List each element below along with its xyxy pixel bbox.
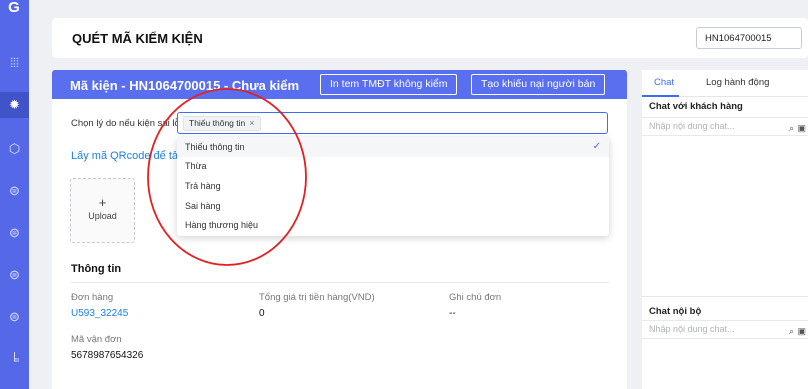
- app-logo[interactable]: G: [2, 0, 26, 18]
- chat-customer-placeholder: Nhập nội dung chat...: [649, 121, 735, 131]
- box-icon[interactable]: ⬡: [0, 136, 29, 162]
- option-label: Thiếu thông tin: [185, 142, 245, 152]
- package-archive-icon[interactable]: ⊜: [0, 304, 29, 330]
- image-icon[interactable]: ▣: [797, 323, 806, 340]
- total-value-label: Tổng giá trị tiền hàng(VND): [259, 292, 375, 303]
- waybill-label: Mã vận đơn: [71, 334, 122, 345]
- chat-customer-input[interactable]: Nhập nội dung chat... ⌕ ▣: [642, 117, 808, 136]
- dropdown-option[interactable]: Hàng thương hiệu: [177, 215, 609, 235]
- reason-tag: Thiếu thông tin ×: [183, 116, 261, 131]
- package-icon[interactable]: ⊜: [0, 178, 29, 204]
- info-section-title: Thông tin: [71, 263, 122, 275]
- plus-icon: +: [98, 195, 107, 210]
- chat-internal-input[interactable]: Nhập nội dung chat... ⌕ ▣: [642, 320, 808, 339]
- reason-select[interactable]: Thiếu thông tin ×: [177, 112, 608, 134]
- tab-chat[interactable]: Chat: [654, 77, 674, 88]
- image-icon[interactable]: ▣: [797, 120, 806, 137]
- order-link[interactable]: U593_32245: [71, 308, 128, 319]
- qrcode-link[interactable]: Lấy mã QRcode để tải: [71, 150, 180, 162]
- check-icon: ✓: [592, 141, 601, 152]
- chat-section-divider: [642, 296, 808, 297]
- page-header: QUÉT MÃ KIỂM KIỆN: [52, 18, 808, 58]
- active-tab-indicator: [642, 95, 679, 97]
- upload-button[interactable]: + Upload: [70, 178, 135, 243]
- reason-dropdown: Thiếu thông tin ✓ Thừa Trả hàng Sai hàng…: [177, 137, 609, 236]
- total-value: 0: [259, 308, 265, 319]
- attach-icon[interactable]: ⌕: [789, 120, 794, 137]
- chat-panel: Chat Log hành động Chat với khách hàng N…: [642, 70, 808, 389]
- report-chart-icon[interactable]: ╘: [0, 346, 29, 372]
- tag-close-icon[interactable]: ×: [249, 118, 254, 128]
- order-note-value: --: [449, 308, 456, 319]
- reason-tag-label: Thiếu thông tin: [189, 118, 246, 128]
- waybill-value: 5678987654326: [71, 350, 144, 361]
- left-sidebar: G ⦙⦙⦙ ✹ ⬡ ⊜ ⊜ ⊜ ⊜ ╘: [0, 0, 29, 389]
- print-label-button[interactable]: In tem TMĐT không kiểm: [320, 74, 458, 95]
- section-divider: [71, 282, 609, 283]
- order-note-label: Ghi chú đơn: [449, 292, 502, 303]
- package-list-icon[interactable]: ⊜: [0, 220, 29, 246]
- package-panel-header: Mã kiện - HN1064700015 - Chưa kiểm In te…: [52, 70, 627, 99]
- dropdown-option[interactable]: Thiếu thông tin ✓: [177, 137, 609, 157]
- package-return-icon[interactable]: ⊜: [0, 262, 29, 288]
- dropdown-option[interactable]: Thừa: [177, 156, 609, 176]
- chat-customer-title: Chat với khách hàng: [649, 101, 743, 112]
- attach-icon[interactable]: ⌕: [789, 323, 794, 340]
- settings-sun-icon[interactable]: ✹: [0, 92, 29, 118]
- dropdown-option[interactable]: Sai hàng: [177, 196, 609, 216]
- package-title: Mã kiện - HN1064700015 - Chưa kiểm: [70, 78, 300, 93]
- upload-label: Upload: [88, 211, 117, 221]
- dropdown-option[interactable]: Trả hàng: [177, 176, 609, 196]
- barcode-scan-icon[interactable]: ⦙⦙⦙: [0, 50, 29, 76]
- page-title: QUÉT MÃ KIỂM KIỆN: [72, 31, 203, 46]
- reason-label: Chọn lý do nếu kiện sai lỗi:: [71, 118, 185, 129]
- chat-internal-title: Chat nội bộ: [649, 306, 702, 317]
- tab-action-log[interactable]: Log hành động: [706, 77, 769, 88]
- create-complaint-button[interactable]: Tạo khiếu nại người bán: [471, 74, 606, 95]
- chat-internal-placeholder: Nhập nội dung chat...: [649, 324, 735, 334]
- package-code-input[interactable]: [696, 27, 802, 49]
- order-label: Đơn hàng: [71, 292, 114, 303]
